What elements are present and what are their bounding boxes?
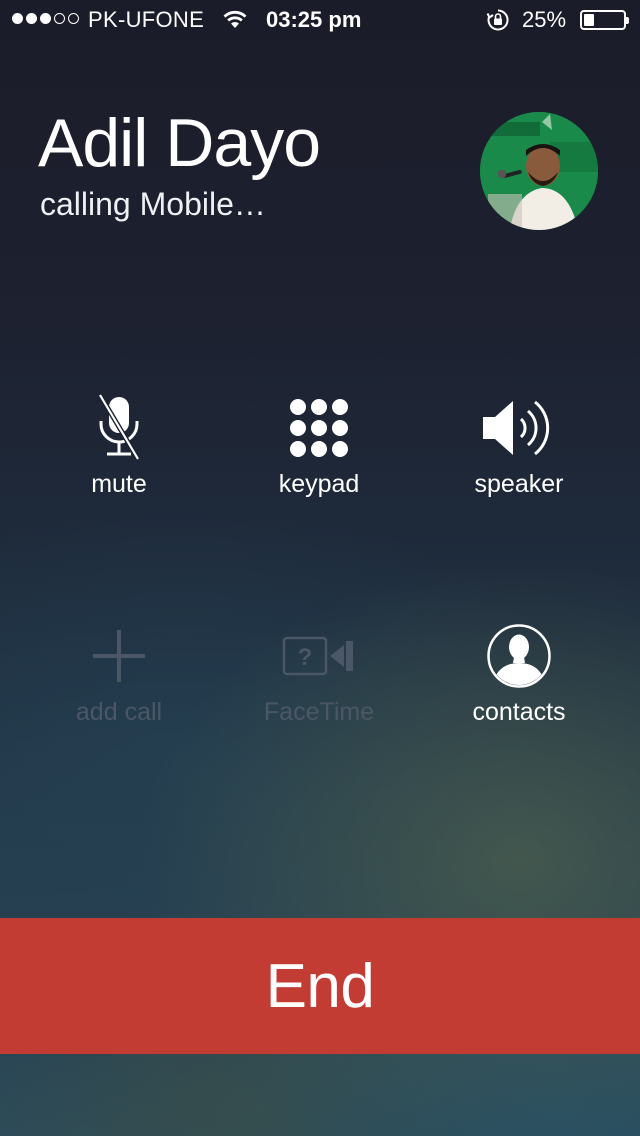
speaker-button[interactable]: speaker: [419, 388, 619, 518]
caller-avatar: [480, 112, 598, 230]
end-call-button[interactable]: End: [0, 918, 640, 1054]
speaker-label: speaker: [474, 470, 564, 498]
facetime-button[interactable]: ? FaceTime: [219, 616, 419, 746]
battery-icon: [580, 10, 629, 30]
speaker-icon: [419, 388, 619, 468]
orientation-lock-icon: [486, 8, 510, 37]
microphone-muted-icon: [19, 388, 219, 468]
contacts-button[interactable]: contacts: [419, 616, 619, 746]
add-call-label: add call: [75, 698, 163, 726]
mute-button[interactable]: mute: [19, 388, 219, 518]
call-status: calling Mobile…: [40, 186, 266, 222]
status-time: 03:25 pm: [266, 7, 362, 32]
status-bar: PK-UFONE 03:25 pm 25%: [0, 0, 640, 40]
svg-text:?: ?: [298, 644, 313, 671]
keypad-button[interactable]: keypad: [219, 388, 419, 518]
end-call-label: End: [265, 951, 375, 1021]
keypad-grid-icon: [219, 388, 419, 468]
caller-name: Adil Dayo: [38, 105, 321, 181]
contacts-label: contacts: [472, 698, 566, 726]
battery-percent: 25%: [522, 7, 567, 32]
carrier-name: PK-UFONE: [88, 7, 205, 32]
contact-silhouette-icon: [419, 616, 619, 696]
add-call-button[interactable]: add call: [19, 616, 219, 746]
keypad-label: keypad: [278, 470, 360, 498]
facetime-camera-icon: ?: [219, 616, 419, 696]
mute-label: mute: [91, 470, 147, 498]
facetime-label: FaceTime: [263, 698, 375, 726]
signal-strength-icon: [12, 13, 79, 24]
wifi-icon: [222, 8, 248, 35]
plus-icon: [19, 616, 219, 696]
